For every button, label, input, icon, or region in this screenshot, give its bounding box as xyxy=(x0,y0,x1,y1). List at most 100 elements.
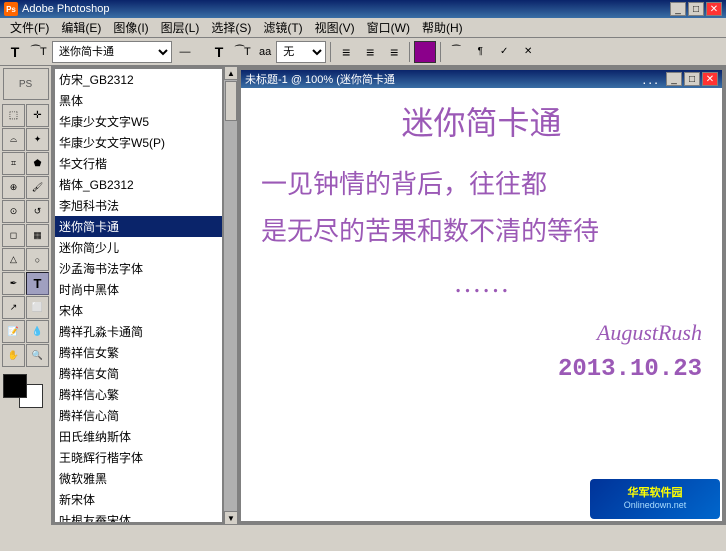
menu-image[interactable]: 图像(I) xyxy=(107,17,154,38)
font-item-tengxiang5[interactable]: 腾祥信心简 xyxy=(55,405,222,426)
font-list-scrollbar[interactable]: ▲ ▼ xyxy=(223,66,237,525)
warp-btn-2[interactable]: ⁀T xyxy=(232,41,254,63)
font-item-minijian2[interactable]: 迷你简少儿 xyxy=(55,237,222,258)
canvas-text-line3: 是无尽的苦果和数不清的等待 xyxy=(261,211,702,248)
gradient-tool[interactable]: ▦ xyxy=(26,224,49,247)
canvas-title: 未标题-1 @ 100% (迷你简卡通 xyxy=(245,71,642,87)
font-item-songti[interactable]: 宋体 xyxy=(55,300,222,321)
menu-help[interactable]: 帮助(H) xyxy=(416,17,469,38)
eyedropper-tool[interactable]: 💧 xyxy=(26,320,49,343)
zoom-tool[interactable]: 🔍 xyxy=(26,344,49,367)
font-item-xinsongt[interactable]: 新宋体 xyxy=(55,489,222,510)
font-item-weisoftya[interactable]: 微软雅黑 xyxy=(55,468,222,489)
menu-layer[interactable]: 图层(L) xyxy=(155,17,206,38)
canvas-maximize-btn[interactable]: □ xyxy=(684,72,700,86)
dodge-tool[interactable]: ○ xyxy=(26,248,49,271)
rectangular-marquee-tool[interactable]: ⬚ xyxy=(2,104,25,127)
font-list: 仿宋_GB2312 黑体 华康少女文字W5 华康少女文字W5(P) 华文行楷 楷… xyxy=(55,69,222,522)
font-item-huakang1[interactable]: 华康少女文字W5 xyxy=(55,111,222,132)
canvas-window: 未标题-1 @ 100% (迷你简卡通 ... _ □ ✕ 迷你简卡通 一见钟情… xyxy=(239,68,724,523)
scroll-down-button[interactable]: ▼ xyxy=(224,511,238,525)
maximize-button[interactable]: □ xyxy=(688,2,704,16)
warp-text-button[interactable]: ⁀T xyxy=(28,41,50,63)
canvas-text-dots: …… xyxy=(261,268,702,300)
separator-3 xyxy=(440,42,441,62)
canvas-content: 迷你简卡通 一见钟情的背后，往往都 是无尽的苦果和数不清的等待 …… Augus… xyxy=(241,88,722,521)
move-tool[interactable]: ✛ xyxy=(26,104,49,127)
font-item-tengxiang4[interactable]: 腾祥信心繁 xyxy=(55,384,222,405)
font-item-tianshi[interactable]: 田氏维纳斯体 xyxy=(55,426,222,447)
type-orientation-button[interactable]: T xyxy=(4,41,26,63)
clone-stamp-tool[interactable]: ⊙ xyxy=(2,200,25,223)
font-item-tengxiang2[interactable]: 腾祥信女繁 xyxy=(55,342,222,363)
align-right-button[interactable]: ≡ xyxy=(383,41,405,63)
magic-wand-tool[interactable]: ✦ xyxy=(26,128,49,151)
antialiasing-dropdown[interactable]: 无 xyxy=(276,41,326,63)
shape-tool[interactable]: ⬜ xyxy=(26,296,49,319)
font-item-lixuke[interactable]: 李旭科书法 xyxy=(55,195,222,216)
toolbox: PS ⬚ ✛ ⌓ ✦ ⌗ ⬟ ⊕ 🖌 ⊙ ↺ ◻ ▦ △ ○ xyxy=(0,66,52,525)
scroll-thumb[interactable] xyxy=(225,81,237,121)
tool-row-5: ⊙ ↺ xyxy=(2,200,49,223)
font-item-wang[interactable]: 王晓辉行楷字体 xyxy=(55,447,222,468)
font-family-dropdown[interactable]: 迷你简卡通 xyxy=(52,41,172,63)
canvas-text-english2: 2013.10.23 xyxy=(261,356,702,383)
menu-file[interactable]: 文件(F) xyxy=(4,17,55,38)
menu-select[interactable]: 选择(S) xyxy=(205,17,257,38)
font-item-minijian[interactable]: 迷你简卡通 xyxy=(55,216,222,237)
font-item-huakang2[interactable]: 华康少女文字W5(P) xyxy=(55,132,222,153)
font-item-shishang[interactable]: 时尚中黑体 xyxy=(55,279,222,300)
font-item-tengxiang3[interactable]: 腾祥信女简 xyxy=(55,363,222,384)
slice-tool[interactable]: ⬟ xyxy=(26,152,49,175)
watermark-line1: 华军软件园 xyxy=(624,486,687,500)
history-brush-tool[interactable]: ↺ xyxy=(26,200,49,223)
align-center-button[interactable]: ≡ xyxy=(359,41,381,63)
commit-btn[interactable]: ✓ xyxy=(493,41,515,63)
font-list-container: 仿宋_GB2312 黑体 华康少女文字W5 华康少女文字W5(P) 华文行楷 楷… xyxy=(54,68,223,523)
minimize-button[interactable]: _ xyxy=(670,2,686,16)
color-boxes xyxy=(2,374,49,410)
canvas-minimize-btn[interactable]: _ xyxy=(666,72,682,86)
menu-window[interactable]: 窗口(W) xyxy=(361,17,416,38)
canvas-text-english1: AugustRush xyxy=(261,320,702,346)
font-style-btn[interactable]: — xyxy=(174,41,196,63)
type-tool-2[interactable]: T xyxy=(208,41,230,63)
menu-view[interactable]: 视图(V) xyxy=(309,17,361,38)
font-item-fangSong[interactable]: 仿宋_GB2312 xyxy=(55,69,222,90)
hand-tool[interactable]: ✋ xyxy=(2,344,25,367)
path-selection-tool[interactable]: ↗ xyxy=(2,296,25,319)
canvas-text-title: 迷你简卡通 xyxy=(261,98,702,144)
pen-tool[interactable]: ✒ xyxy=(2,272,25,295)
warp-text-btn[interactable]: ⁀ xyxy=(445,41,467,63)
foreground-color[interactable] xyxy=(3,374,27,398)
healing-brush-tool[interactable]: ⊕ xyxy=(2,176,25,199)
crop-tool[interactable]: ⌗ xyxy=(2,152,25,175)
canvas-dots: ... xyxy=(642,71,660,87)
scroll-up-button[interactable]: ▲ xyxy=(224,66,238,80)
canvas-close-btn[interactable]: ✕ xyxy=(702,72,718,86)
lasso-tool[interactable]: ⌓ xyxy=(2,128,25,151)
menu-filter[interactable]: 滤镜(T) xyxy=(257,17,308,38)
blur-tool[interactable]: △ xyxy=(2,248,25,271)
font-item-heiti[interactable]: 黑体 xyxy=(55,90,222,111)
canvas-title-bar: 未标题-1 @ 100% (迷你简卡通 ... _ □ ✕ xyxy=(241,70,722,88)
menu-edit[interactable]: 编辑(E) xyxy=(55,17,107,38)
text-color-swatch[interactable] xyxy=(414,41,436,63)
notes-tool[interactable]: 📝 xyxy=(2,320,25,343)
font-item-kaiti[interactable]: 楷体_GB2312 xyxy=(55,174,222,195)
type-tool[interactable]: T xyxy=(26,272,49,295)
character-palette-btn[interactable]: ¶ xyxy=(469,41,491,63)
font-item-huaxing[interactable]: 华文行楷 xyxy=(55,153,222,174)
font-item-yegen[interactable]: 叶根友蚕宋体 xyxy=(55,510,222,522)
app-icon-text: Ps xyxy=(6,5,16,14)
align-left-button[interactable]: ≡ xyxy=(335,41,357,63)
title-bar: Ps Adobe Photoshop _ □ ✕ xyxy=(0,0,726,18)
font-item-shamenghai[interactable]: 沙孟海书法字体 xyxy=(55,258,222,279)
tool-row-1: ⬚ ✛ xyxy=(2,104,49,127)
brush-tool[interactable]: 🖌 xyxy=(26,176,49,199)
eraser-tool[interactable]: ◻ xyxy=(2,224,25,247)
cancel-btn[interactable]: ✕ xyxy=(517,41,539,63)
tool-row-3: ⌗ ⬟ xyxy=(2,152,49,175)
font-item-tengxiang1[interactable]: 腾祥孔淼卡通简 xyxy=(55,321,222,342)
close-button[interactable]: ✕ xyxy=(706,2,722,16)
